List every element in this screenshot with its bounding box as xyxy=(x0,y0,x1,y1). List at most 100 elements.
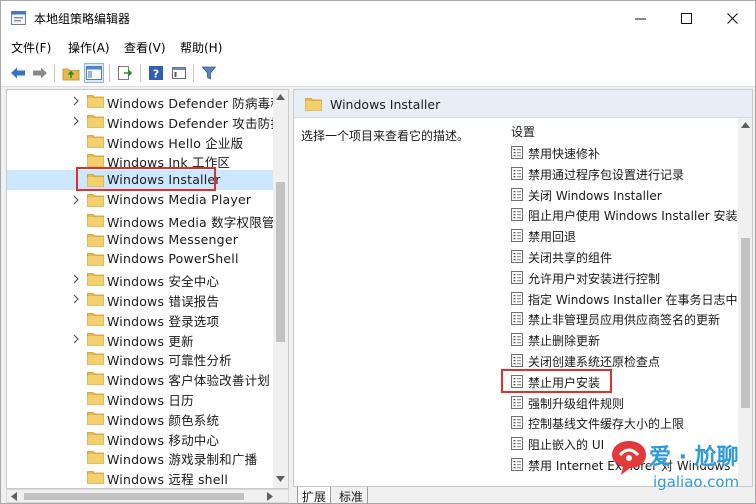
policy-setting-icon xyxy=(511,374,523,388)
show-hide-tree-button[interactable] xyxy=(84,63,104,83)
tree-item[interactable]: Windows 安全中心 xyxy=(7,269,273,289)
folder-icon xyxy=(87,253,104,267)
setting-item-label: 强制升级组件规则 xyxy=(528,396,625,411)
folder-icon xyxy=(87,213,104,227)
folder-icon xyxy=(87,372,104,386)
tree-item[interactable]: Windows 移动中心 xyxy=(7,428,273,448)
close-icon xyxy=(726,12,738,24)
setting-item[interactable]: 禁止用户安装 xyxy=(508,371,740,392)
scroll-right-icon[interactable] xyxy=(267,492,273,501)
tree-vertical-scrollbar[interactable] xyxy=(273,90,288,488)
details-vertical-scroll-thumb[interactable] xyxy=(741,238,750,408)
tree-item[interactable]: Windows Media 数字权限管理 xyxy=(7,210,287,230)
scroll-left-icon[interactable] xyxy=(11,492,17,501)
expand-chevron-icon[interactable] xyxy=(71,193,81,207)
tree-item-label: Windows Media 数字权限管理 xyxy=(107,214,288,230)
setting-item[interactable]: 控制基线文件缓存大小的上限 xyxy=(508,412,740,433)
tree-vertical-scroll-thumb[interactable] xyxy=(276,182,285,342)
tree-item[interactable]: Windows Defender 防病毒程 xyxy=(7,91,283,111)
setting-item-label: 关闭创建系统还原检查点 xyxy=(528,355,661,369)
tree-item[interactable]: Windows 游戏录制和广播 xyxy=(7,447,273,467)
watermark-url: igaliao.com xyxy=(653,473,740,491)
tree-item-label: Windows Defender 防病毒程 xyxy=(107,96,284,111)
minimize-button[interactable] xyxy=(617,1,663,35)
tree-item[interactable]: Windows 颜色系统 xyxy=(7,408,273,428)
tree-item[interactable]: Windows Ink 工作区 xyxy=(7,150,273,170)
policy-setting-icon xyxy=(511,437,523,451)
setting-item[interactable]: 禁用通过程序包设置进行记录 xyxy=(508,163,740,184)
expand-chevron-icon[interactable] xyxy=(71,332,81,346)
folder-icon xyxy=(87,95,104,108)
tree-item[interactable]: Windows Messenger xyxy=(7,230,273,250)
setting-item-label: 关闭共享的组件 xyxy=(528,251,613,265)
folder-icon xyxy=(87,194,104,207)
expand-chevron-icon[interactable] xyxy=(71,94,81,108)
policy-editor-app-icon xyxy=(11,11,26,25)
tree-item-label: Windows 登录选项 xyxy=(107,313,220,329)
maximize-button[interactable] xyxy=(663,1,709,35)
setting-item-label: 禁止删除更新 xyxy=(528,334,601,349)
tree-item[interactable]: Windows Media Player xyxy=(7,190,273,210)
forward-button[interactable] xyxy=(30,63,50,83)
setting-item[interactable]: 禁止删除更新 xyxy=(508,329,740,350)
tree-item[interactable]: Windows Hello 企业版 xyxy=(7,131,273,151)
setting-item[interactable]: 关闭创建系统还原检查点 xyxy=(508,350,740,371)
tree-item[interactable]: Windows 日历 xyxy=(7,388,273,408)
setting-item[interactable]: 禁止非管理员应用供应商签名的更新 xyxy=(508,308,740,329)
policy-setting-icon xyxy=(511,229,523,243)
setting-item[interactable]: 阻止用户使用 Windows Installer 安装 xyxy=(508,204,740,225)
menu-help[interactable]: 帮助(H) xyxy=(180,39,222,56)
close-button[interactable] xyxy=(709,1,755,35)
title-bar[interactable]: 本地组策略编辑器 xyxy=(1,1,755,35)
tree-horizontal-scroll-thumb[interactable] xyxy=(24,493,244,500)
tree-horizontal-scrollbar[interactable] xyxy=(6,489,289,503)
menu-view[interactable]: 查看(V) xyxy=(124,39,166,56)
tree-item[interactable]: Windows Defender 攻击防护 xyxy=(7,111,283,131)
expand-chevron-icon[interactable] xyxy=(71,292,81,306)
setting-item[interactable]: 允许用户对安装进行控制 xyxy=(508,267,740,288)
back-button[interactable] xyxy=(8,63,28,83)
console-tree[interactable]: Windows Defender 防病毒程 Windows Defender 攻击… xyxy=(6,89,289,489)
forward-arrow-icon xyxy=(33,67,47,79)
policy-setting-icon xyxy=(511,458,523,471)
setting-item[interactable]: 强制升级组件规则 xyxy=(508,392,740,413)
scroll-up-icon[interactable] xyxy=(741,122,750,128)
tree-item[interactable]: Windows 客户体验改善计划 xyxy=(7,368,273,388)
filter-icon xyxy=(201,66,217,80)
tree-item[interactable]: Windows 错误报告 xyxy=(7,289,273,309)
details-vertical-scrollbar[interactable] xyxy=(738,118,752,486)
help-button[interactable]: ? xyxy=(146,63,166,83)
tree-item[interactable]: Windows 更新 xyxy=(7,329,273,349)
expand-chevron-icon[interactable] xyxy=(71,272,81,286)
policy-setting-icon xyxy=(511,250,523,263)
folder-icon xyxy=(87,471,104,485)
export-list-button[interactable] xyxy=(115,63,135,83)
setting-item[interactable]: 禁用快速修补 xyxy=(508,142,740,163)
tree-item[interactable]: Windows 可靠性分析 xyxy=(7,348,273,368)
expand-chevron-icon[interactable] xyxy=(71,114,81,128)
tree-item[interactable]: Windows Installer xyxy=(7,170,273,191)
setting-item-label: 指定 Windows Installer 在事务日志中 xyxy=(528,292,738,307)
setting-item[interactable]: 禁用回退 xyxy=(508,225,740,246)
filter-button[interactable] xyxy=(199,63,219,83)
menu-file[interactable]: 文件(F) xyxy=(11,39,51,56)
setting-item[interactable]: 关闭 Windows Installer xyxy=(508,184,740,205)
setting-item[interactable]: 指定 Windows Installer 在事务日志中 xyxy=(508,288,740,309)
tree-item[interactable]: Windows PowerShell xyxy=(7,249,273,269)
toolbar-separator xyxy=(54,64,55,82)
setting-item-label: 阻止嵌入的 UI xyxy=(528,438,605,453)
tab-standard[interactable]: 标准 xyxy=(335,487,369,504)
tree-item[interactable]: Windows 远程 shell xyxy=(7,467,273,487)
up-level-button[interactable] xyxy=(61,63,81,83)
setting-item[interactable]: 关闭共享的组件 xyxy=(508,246,740,267)
menu-action[interactable]: 操作(A) xyxy=(68,39,110,56)
tree-item[interactable]: Windows 登录选项 xyxy=(7,309,273,329)
properties-button[interactable] xyxy=(169,63,189,83)
back-arrow-icon xyxy=(11,67,25,79)
tab-extended[interactable]: 扩展 xyxy=(297,487,332,504)
scroll-up-icon[interactable] xyxy=(276,94,285,100)
scroll-down-icon[interactable] xyxy=(276,476,285,482)
setting-item-label: 阻止用户使用 Windows Installer 安装 xyxy=(528,209,738,224)
settings-column-header[interactable]: 设置 xyxy=(511,123,535,140)
help-icon: ? xyxy=(149,66,163,81)
